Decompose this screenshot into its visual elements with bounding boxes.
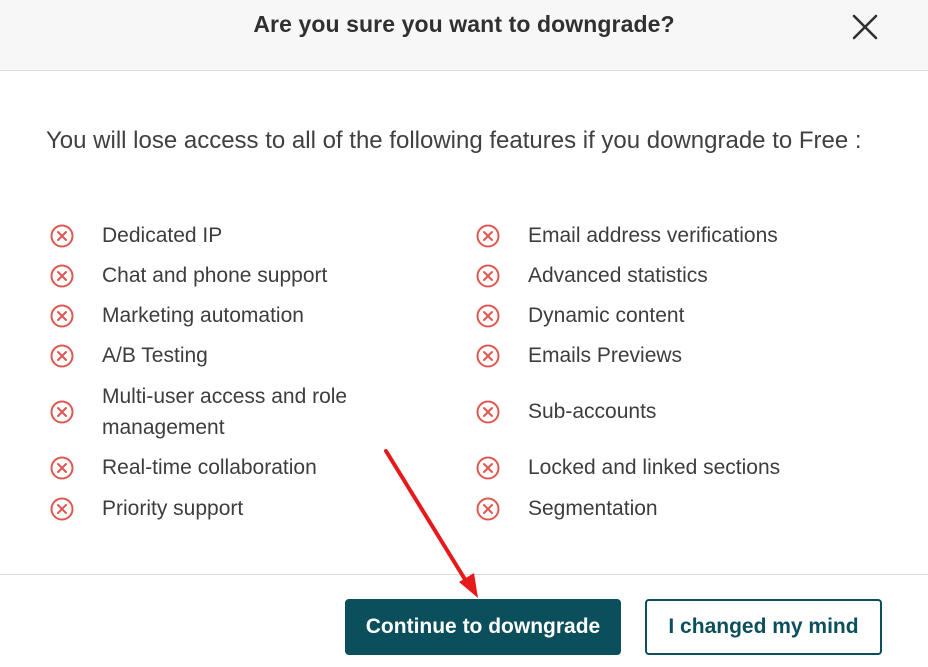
feature-item: Segmentation xyxy=(475,493,848,524)
dialog-header: Are you sure you want to downgrade? xyxy=(0,0,928,71)
circle-x-icon xyxy=(50,400,74,424)
feature-label: Marketing automation xyxy=(102,304,304,327)
circle-x-icon xyxy=(50,344,74,367)
circle-x-icon xyxy=(50,264,74,287)
feature-label: A/B Testing xyxy=(102,344,208,367)
circle-x-icon xyxy=(476,224,500,247)
feature-label: Dedicated IP xyxy=(102,224,223,247)
feature-label: Email address verifications xyxy=(528,224,778,247)
feature-item: Dedicated IP xyxy=(49,220,422,251)
feature-item: Priority support xyxy=(49,493,422,524)
circle-x-icon xyxy=(50,456,74,479)
feature-item: Email address verifications xyxy=(475,220,848,251)
feature-item: Multi-user access and role management xyxy=(49,381,402,443)
downgrade-warning-text: You will lose access to all of the follo… xyxy=(46,127,862,154)
circle-x-icon xyxy=(476,400,500,423)
feature-label: Advanced statistics xyxy=(528,264,708,287)
circle-x-icon xyxy=(50,224,74,247)
dialog-title: Are you sure you want to downgrade? xyxy=(253,11,675,37)
feature-item: Real-time collaboration xyxy=(49,452,422,483)
feature-item: Marketing automation xyxy=(49,300,422,331)
feature-label: Multi-user access and role management xyxy=(102,385,348,439)
close-icon xyxy=(852,14,878,40)
feature-label: Priority support xyxy=(102,497,244,520)
feature-item: Emails Previews xyxy=(475,340,848,371)
changed-my-mind-button[interactable]: I changed my mind xyxy=(645,599,882,655)
circle-x-icon xyxy=(476,456,500,479)
feature-item: Locked and linked sections xyxy=(475,452,848,483)
circle-x-icon xyxy=(476,497,500,520)
circle-x-icon xyxy=(50,497,74,520)
circle-x-icon xyxy=(50,304,74,327)
close-button[interactable] xyxy=(849,11,881,43)
feature-label: Segmentation xyxy=(528,497,658,520)
circle-x-icon xyxy=(476,264,500,287)
feature-label: Sub-accounts xyxy=(528,400,657,423)
feature-label: Dynamic content xyxy=(528,304,685,327)
circle-x-icon xyxy=(476,304,500,327)
feature-item: A/B Testing xyxy=(49,340,422,371)
feature-item: Dynamic content xyxy=(475,300,848,331)
circle-x-icon xyxy=(476,344,500,367)
feature-label: Locked and linked sections xyxy=(528,456,781,479)
feature-label: Emails Previews xyxy=(528,344,683,367)
feature-item: Advanced statistics xyxy=(475,260,848,291)
footer-divider xyxy=(0,574,928,575)
feature-label: Chat and phone support xyxy=(102,264,328,287)
continue-downgrade-button[interactable]: Continue to downgrade xyxy=(345,599,621,655)
feature-item: Chat and phone support xyxy=(49,260,422,291)
feature-item: Sub-accounts xyxy=(475,396,848,427)
feature-label: Real-time collaboration xyxy=(102,456,317,479)
annotation-arrow-icon xyxy=(384,449,478,598)
